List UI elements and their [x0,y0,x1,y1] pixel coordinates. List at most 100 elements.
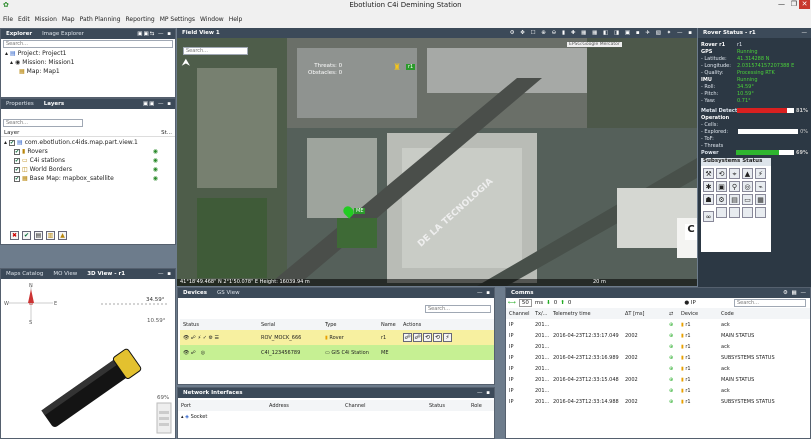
layer-visible-icon[interactable]: ◉ [153,157,158,164]
action-signal2-icon[interactable]: ⟲ [433,333,442,342]
panel-toolbar-icons[interactable]: — [802,30,809,36]
action-link-icon[interactable]: ☍ [403,333,412,342]
comms-search[interactable]: Search... [734,299,806,307]
action-link2-icon[interactable]: ☍ [413,333,422,342]
comms-row[interactable]: IP 201... 2016-04-23T12:33:16.989 2002 ⊕ ▮ r1… [506,352,810,363]
menu-item-file[interactable]: File [3,16,13,23]
subsys-doc-icon[interactable]: ▤ [729,194,740,205]
comms-row[interactable]: IP 201... ⊕ ▮ r1 ack [506,319,810,330]
subsys-probe-icon[interactable]: ⚡ [755,168,766,179]
menu-item-edit[interactable]: Edit [18,16,30,23]
comms-row[interactable]: IP 201... 2016-04-23T12:33:15.048 2002 ⊕ ▮ r1… [506,374,810,385]
layer-item[interactable]: ✔ ◫ World Borders ◉ [4,165,172,174]
layer-checkbox[interactable]: ✔ [14,166,20,173]
comms-row[interactable]: IP 201... ⊕ ▮ r1 ack [506,363,810,374]
check-layer-icon[interactable]: ✔ [22,231,31,240]
layer-visible-icon[interactable]: ◉ [153,175,158,182]
tab-comms[interactable]: Comms [509,290,536,296]
menu-item-help[interactable]: Help [229,16,243,23]
panel-toolbar-icons[interactable]: ▣▣ — ▪ [143,101,172,107]
subsys-camera-icon[interactable]: ⌁ [755,181,766,192]
subsys-monitor-icon[interactable]: ▭ [742,194,753,205]
subsys-chip-icon[interactable]: ▦ [755,194,766,205]
device-row-station[interactable]: 👁 ☍ ◎ C4I_123456789 ▭ GIS C4i Station ME [180,345,494,360]
tree-mission[interactable]: ▴ ◉ Mission: Mission1 [5,58,175,67]
layer-root[interactable]: ▴ ✔ ▤ com.ebotlution.c4ids.map.part.view.1 [4,138,172,147]
tree-map[interactable]: ▦ Map: Map1 [5,67,175,76]
layer-warning-icon[interactable]: ▲ [58,231,67,240]
subsys-link-icon[interactable]: ∞ [703,211,714,222]
menu-item-mission[interactable]: Mission [35,16,57,23]
network-row[interactable]: ▴ ◈ Socket [178,411,494,422]
tree-project[interactable]: ▴ ▤ Project: Project1 [5,49,175,58]
tab-field-view[interactable]: Field View 1 [180,30,222,36]
explorer-search[interactable]: Search... [3,40,173,48]
tab-3d-view[interactable]: 3D View - r1 [85,271,127,277]
layers-search[interactable]: Search... [3,119,83,127]
subsys-computer-icon[interactable]: ▣ [716,181,727,192]
panel-toolbar-icons[interactable]: — ▪ [477,290,491,296]
menu-item-reporting[interactable]: Reporting [126,16,155,23]
comms-row[interactable]: IP 201... 2016-04-23T12:33:14.988 2002 ⊕ ▮ r1… [506,396,810,407]
tab-explorer[interactable]: Explorer [4,31,34,37]
layer-item[interactable]: ✔ ▮ Rovers ◉ [4,147,172,156]
field-view-map[interactable]: Search... ⮝ Threats: 0 Obstacles: 0 ♜ r1… [177,38,697,286]
remove-layer-icon[interactable]: ✖ [10,231,19,240]
layer-list-icon[interactable]: ▤ [34,231,43,240]
device-row-rover[interactable]: 👁 ☍ ⚡ ✓ ⚙ ☰ ROV_MOCK_666 ▮ Rover r1 ☍ ☍ ⟲ ⟲… [180,330,494,345]
menu-item-map[interactable]: Map [62,16,75,23]
comms-row[interactable]: IP 201... ⊕ ▮ r1 ack [506,341,810,352]
tab-mo-view[interactable]: MO View [51,271,79,277]
subsys-tool-icon[interactable]: ⚒ [703,168,714,179]
tab-layers[interactable]: Layers [42,101,66,107]
rover-marker-icon[interactable]: ♜ [393,63,401,73]
action-signal-icon[interactable]: ⟲ [423,333,432,342]
menu-item-mp-settings[interactable]: MP Settings [160,16,195,23]
tab-network-interfaces[interactable]: Network Interfaces [181,390,245,396]
menu-item-window[interactable]: Window [200,16,224,23]
devices-search[interactable]: Search... [425,305,491,313]
subsys-warning-icon[interactable]: ▲ [742,168,753,179]
subsys-rover-icon[interactable]: ☗ [703,194,714,205]
subsys-gps-icon[interactable]: ⌖ [729,168,740,179]
maximize-button[interactable]: ❐ [791,0,797,8]
action-plug-icon[interactable]: ⚡ [443,333,452,342]
close-button[interactable]: ✕ [799,0,810,9]
layer-folder-icon[interactable]: ▥ [46,231,55,240]
layer-visible-icon[interactable]: ◉ [153,148,158,155]
tab-rover-status[interactable]: Rover Status - r1 [701,30,758,36]
tab-properties[interactable]: Properties [4,101,36,107]
panel-toolbar-icons[interactable]: — ▪ [158,271,172,277]
ip-radio[interactable]: ● IP [684,300,696,306]
panel-toolbar-icons[interactable]: ▣▣⇆ — ▪ [137,31,172,37]
satellite-map[interactable] [177,38,697,286]
device-status-icons[interactable]: 👁 ☍ ◎ [180,345,258,360]
zoom-control[interactable]: C [685,224,697,240]
layer-checkbox[interactable]: ✔ [14,157,20,164]
tab-image-explorer[interactable]: Image Explorer [40,31,86,37]
rate-input[interactable]: 50 [518,299,532,307]
panel-toolbar-icons[interactable]: ⚙ ▦ — [783,290,807,296]
layer-checkbox[interactable]: ✔ [14,148,20,155]
subsys-lock-icon[interactable]: ⚲ [729,181,740,192]
tab-gs-view[interactable]: GS View [215,290,242,296]
menu-item-path-planning[interactable]: Path Planning [80,16,121,23]
tab-devices[interactable]: Devices [181,290,209,296]
tab-maps-catalog[interactable]: Maps Catalog [4,271,45,277]
comms-row[interactable]: IP 201... 2016-04-23T12:33:17.049 2002 ⊕ ▮ r1… [506,330,810,341]
compass-needle-icon [28,289,34,303]
minimize-button[interactable]: — [778,0,785,8]
map-search[interactable]: Search... [183,47,248,55]
layer-checkbox[interactable]: ✔ [14,175,20,182]
subsys-antenna-icon[interactable]: ✱ [703,181,714,192]
panel-toolbar-icons[interactable]: — ▪ [477,390,491,396]
device-status-icons[interactable]: 👁 ☍ ⚡ ✓ ⚙ ☰ [180,330,258,345]
layer-item[interactable]: ✔ ▦ Base Map: mapbox_satellite ◉ [4,174,172,183]
subsys-target-icon[interactable]: ◎ [742,181,753,192]
layer-item[interactable]: ✔ ▭ C4i stations ◉ [4,156,172,165]
comms-row[interactable]: IP 201... ⊕ ▮ r1 ack [506,385,810,396]
subsys-arm-icon[interactable]: ⚙ [716,194,727,205]
subsys-signal-icon[interactable]: ⟲ [716,168,727,179]
layer-visible-icon[interactable]: ◉ [153,166,158,173]
map-toolbar-icons[interactable]: ⚙ ✥ ☐ ⊕ ⊖ ▮ ✚ ▦ ▦ ◧ ◨ ▣ ▪ ✈ ▧ ✦ — ▪ [510,30,694,36]
